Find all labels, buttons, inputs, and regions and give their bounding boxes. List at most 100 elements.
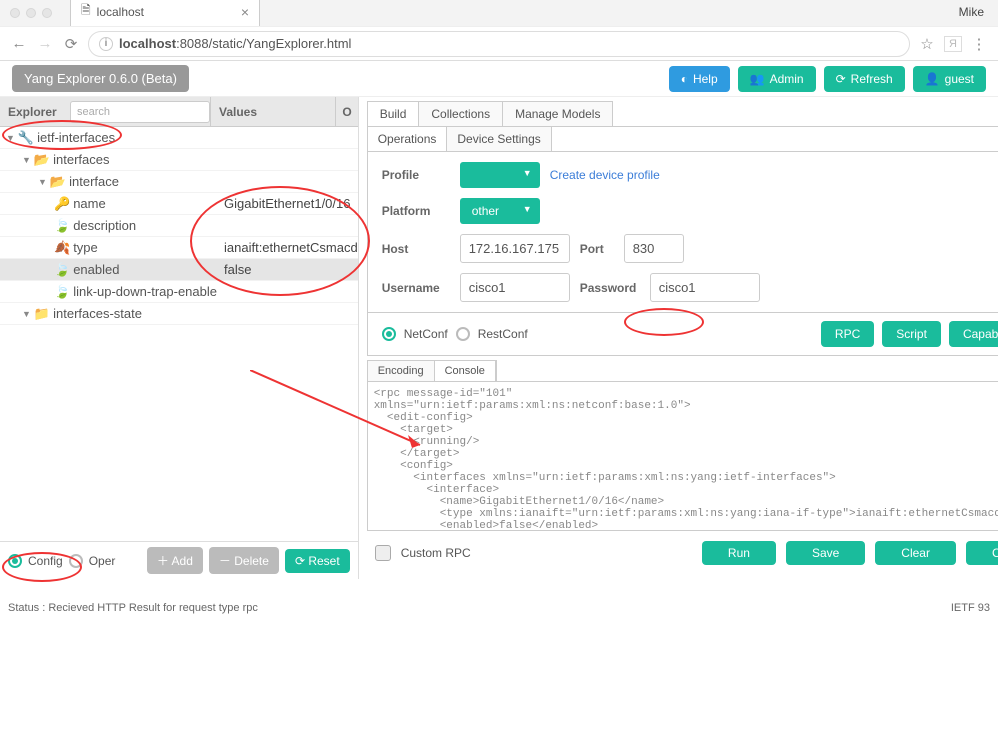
restconf-radio[interactable]: [456, 327, 470, 341]
tree-row[interactable]: ▼📁interfaces-state: [0, 303, 358, 325]
host-label: Host: [382, 242, 450, 256]
explorer-title: Explorer: [0, 105, 70, 119]
node-label: link-up-down-trap-enable: [73, 284, 217, 299]
refresh-icon: ⟳: [836, 72, 846, 86]
port-label: Port: [580, 242, 614, 256]
save-button[interactable]: Save: [786, 541, 865, 565]
app-header: Yang Explorer 0.6.0 (Beta) ◐Help 👥Admin …: [0, 61, 998, 97]
node-label: type: [73, 240, 98, 255]
node-label: name: [73, 196, 106, 211]
subtab-device-settings[interactable]: Device Settings: [447, 127, 551, 151]
browser-tab[interactable]: 🗎 localhost ×: [70, 0, 260, 26]
info-icon[interactable]: i: [99, 37, 113, 51]
column-op: O: [335, 97, 357, 126]
close-tab-icon[interactable]: ×: [241, 4, 249, 20]
node-icon: 🍂: [54, 240, 70, 256]
guest-button[interactable]: 👤guest: [913, 66, 986, 92]
browser-chrome: 🗎 localhost × Mike ← → ⟳ i localhost:808…: [0, 0, 998, 61]
node-label: description: [73, 218, 136, 233]
profile-dropdown[interactable]: [460, 162, 540, 188]
tree-row[interactable]: ▼🔧ietf-interfaces: [0, 127, 358, 149]
explorer-header: Explorer search Values O: [0, 97, 358, 127]
minimize-window-icon[interactable]: [26, 8, 36, 18]
copy-button[interactable]: Copy: [966, 541, 998, 565]
close-window-icon[interactable]: [10, 8, 20, 18]
tree-row[interactable]: 🍃description: [0, 215, 358, 237]
config-label: Config: [28, 554, 63, 568]
oper-label: Oper: [89, 554, 116, 568]
custom-rpc-label: Custom RPC: [401, 546, 471, 560]
bookmark-icon[interactable]: ☆: [918, 35, 936, 53]
node-value[interactable]: GigabitEthernet1/0/16: [220, 196, 358, 211]
node-value[interactable]: ianaift:ethernetCsmacd: [220, 240, 358, 255]
node-icon: 🍃: [54, 262, 70, 278]
platform-dropdown[interactable]: other: [460, 198, 540, 224]
admin-button[interactable]: 👥Admin: [738, 66, 816, 92]
tab-build[interactable]: Build: [368, 102, 420, 126]
node-icon: 📂: [34, 152, 50, 168]
tree-row[interactable]: 🍃enabledfalse: [0, 259, 358, 281]
file-icon: 🗎: [81, 1, 91, 22]
status-right: IETF 93: [951, 602, 990, 614]
tab-encoding[interactable]: Encoding: [368, 361, 435, 381]
url-path: :8088/static/YangExplorer.html: [176, 36, 351, 51]
subtab-operations[interactable]: Operations: [368, 127, 448, 151]
port-input[interactable]: 830: [624, 234, 684, 263]
node-label: interfaces: [53, 152, 109, 167]
maximize-window-icon[interactable]: [42, 8, 52, 18]
tree-row[interactable]: 🍃link-up-down-trap-enable: [0, 281, 358, 303]
password-input[interactable]: cisco1: [650, 273, 760, 302]
username-input[interactable]: cisco1: [460, 273, 570, 302]
clear-button[interactable]: Clear: [875, 541, 956, 565]
tree-row[interactable]: ▼📂interface: [0, 171, 358, 193]
config-radio[interactable]: [8, 554, 22, 568]
delete-button[interactable]: － Delete: [209, 547, 279, 574]
forward-icon[interactable]: →: [36, 35, 54, 52]
main-tabs: Build Collections Manage Models: [367, 101, 614, 126]
node-value[interactable]: false: [220, 262, 358, 277]
url-host: localhost: [119, 36, 176, 51]
center-panel: Build Collections Manage Models Operatio…: [359, 97, 998, 579]
tab-manage-models[interactable]: Manage Models: [503, 102, 612, 126]
node-icon: 📂: [50, 174, 66, 190]
run-button[interactable]: Run: [702, 541, 776, 565]
tree-row[interactable]: ▼📂interfaces: [0, 149, 358, 171]
explorer-search[interactable]: search: [70, 101, 210, 123]
browser-user: Mike: [959, 5, 984, 19]
tree-row[interactable]: 🍂type ianaift:ethernetCsmacd: [0, 237, 358, 259]
rpc-xml-output[interactable]: <rpc message-id="101" xmlns="urn:ietf:pa…: [367, 381, 998, 531]
model-tree[interactable]: ▼🔧ietf-interfaces▼📂interfaces▼📂interface…: [0, 127, 358, 541]
node-label: interfaces-state: [53, 306, 142, 321]
translate-icon[interactable]: Я: [944, 36, 962, 52]
rpc-button[interactable]: RPC: [821, 321, 874, 347]
node-icon: 📁: [34, 306, 50, 322]
host-input[interactable]: 172.16.167.175: [460, 234, 570, 263]
tab-collections[interactable]: Collections: [419, 102, 503, 126]
netconf-label: NetConf: [404, 327, 448, 341]
create-profile-link[interactable]: Create device profile: [550, 168, 660, 182]
tab-console[interactable]: Console: [435, 361, 496, 381]
node-icon: 🔑: [54, 196, 70, 212]
capabilities-button[interactable]: Capabilities: [949, 321, 998, 347]
app-title: Yang Explorer 0.6.0 (Beta): [12, 65, 189, 92]
username-label: Username: [382, 281, 450, 295]
node-label: interface: [69, 174, 119, 189]
script-button[interactable]: Script: [882, 321, 941, 347]
explorer-footer: Config Oper ＋ Add － Delete ⟳ Reset: [0, 541, 358, 579]
github-icon: ◐: [681, 72, 688, 86]
add-button[interactable]: ＋ Add: [147, 547, 203, 574]
menu-icon[interactable]: ⋮: [970, 35, 988, 53]
column-values: Values: [210, 97, 335, 126]
netconf-radio[interactable]: [382, 327, 396, 341]
custom-rpc-checkbox[interactable]: [375, 545, 391, 561]
help-button[interactable]: ◐Help: [669, 66, 730, 92]
refresh-button[interactable]: ⟳Refresh: [824, 66, 905, 92]
reset-button[interactable]: ⟳ Reset: [285, 549, 350, 573]
reload-icon[interactable]: ⟳: [62, 35, 80, 53]
url-input[interactable]: i localhost:8088/static/YangExplorer.htm…: [88, 31, 910, 57]
oper-radio[interactable]: [69, 554, 83, 568]
tree-row[interactable]: 🔑name GigabitEthernet1/0/16: [0, 193, 358, 215]
profile-label: Profile: [382, 168, 450, 182]
back-icon[interactable]: ←: [10, 35, 28, 52]
node-label: ietf-interfaces: [37, 130, 115, 145]
